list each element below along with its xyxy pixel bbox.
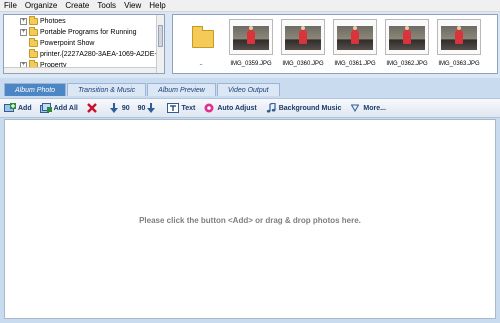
tree-vertical-scrollbar[interactable]: [156, 15, 164, 73]
folder-icon: [192, 26, 214, 48]
folder-icon: [29, 49, 38, 58]
photo-thumbnail[interactable]: IMG_0360.JPG: [279, 19, 327, 73]
thumbnail-label: IMG_0360.JPG: [282, 61, 324, 67]
thumbnail-frame: [437, 19, 481, 55]
tree-item[interactable]: Powerpoint Show: [29, 38, 94, 49]
menu-file[interactable]: File: [4, 0, 17, 12]
folder-icon: [29, 16, 38, 25]
music-note-icon: [265, 103, 277, 113]
menu-view[interactable]: View: [124, 0, 141, 12]
menu-tools[interactable]: Tools: [97, 0, 116, 12]
thumbnail-label: IMG_0363.JPG: [438, 61, 480, 67]
expand-icon[interactable]: +: [20, 29, 27, 36]
text-button-label: Text: [181, 104, 196, 112]
thumbnail-frame: [385, 19, 429, 55]
toolbar: Add Add All 90 90 Text Auto Adjust Backg…: [0, 98, 500, 118]
album-drop-area[interactable]: Please click the button <Add> or drag & …: [4, 119, 496, 319]
delete-button[interactable]: [86, 103, 100, 113]
photo-thumbnail[interactable]: IMG_0362.JPG: [383, 19, 431, 73]
expand-icon[interactable]: +: [20, 18, 27, 25]
rotate-left-button[interactable]: 90: [108, 103, 130, 113]
folder-icon: [29, 38, 38, 47]
tab-album-preview[interactable]: Album Preview: [147, 83, 216, 96]
more-button-label: More...: [363, 104, 386, 112]
text-button[interactable]: Text: [167, 103, 195, 113]
drop-hint: Please click the button <Add> or drag & …: [139, 216, 361, 225]
tree-item-label: Portable Programs for Running: [40, 29, 137, 36]
add-button-label: Add: [18, 104, 32, 112]
more-button[interactable]: More...: [349, 103, 386, 113]
tree-item-label: Powerpoint Show: [40, 40, 95, 47]
photo-image: [285, 26, 321, 50]
thumbnail-label: IMG_0361.JPG: [334, 61, 376, 67]
tree-horizontal-scrollbar[interactable]: [4, 67, 156, 73]
tab-album-photo[interactable]: Album Photo: [4, 83, 67, 96]
thumbnail-frame: [333, 19, 377, 55]
tree-item-label: Photoes: [40, 18, 66, 25]
rotate-right-label: 90: [137, 104, 146, 112]
photo-browser: .. IMG_0359.JPG IMG_0360.JPG IMG_0361.JP…: [172, 14, 498, 74]
triangle-down-icon: [349, 103, 361, 113]
parent-folder-item[interactable]: ..: [177, 19, 225, 73]
photo-image: [389, 26, 425, 50]
tree-item[interactable]: printer.{2227A280-3AEA-1069-A2DE-08: [29, 49, 165, 60]
rotate-right-icon: [145, 103, 157, 113]
scroll-thumb[interactable]: [158, 25, 163, 47]
menu-organize[interactable]: Organize: [25, 0, 57, 12]
folder-tree[interactable]: + Photoes + Portable Programs for Runnin…: [3, 14, 165, 74]
rotate-left-icon: [108, 103, 120, 113]
menu-bar: File Organize Create Tools View Help: [0, 0, 500, 12]
auto-adjust-label: Auto Adjust: [217, 104, 257, 112]
thumbnail-frame: [179, 19, 223, 55]
add-button[interactable]: Add: [4, 103, 32, 113]
tab-transition-music[interactable]: Transition & Music: [67, 83, 147, 96]
text-icon: [167, 103, 180, 113]
auto-adjust-icon: [203, 103, 215, 113]
background-music-button[interactable]: Background Music: [265, 103, 342, 113]
tab-bar: Album Photo Transition & Music Album Pre…: [0, 82, 500, 96]
photo-thumbnail[interactable]: IMG_0361.JPG: [331, 19, 379, 73]
auto-adjust-button[interactable]: Auto Adjust: [203, 103, 257, 113]
tree-item[interactable]: + Portable Programs for Running: [20, 27, 137, 38]
delete-icon: [86, 103, 98, 113]
thumbnail-frame: [229, 19, 273, 55]
menu-help[interactable]: Help: [149, 0, 165, 12]
add-all-button-label: Add All: [53, 104, 78, 112]
menu-create[interactable]: Create: [65, 0, 89, 12]
tree-item-label: printer.{2227A280-3AEA-1069-A2DE-08: [40, 51, 165, 58]
thumbnail-frame: [281, 19, 325, 55]
add-all-button[interactable]: Add All: [39, 103, 78, 113]
thumbnail-label: ..: [199, 61, 203, 67]
rotate-left-label: 90: [121, 104, 130, 112]
tab-video-output[interactable]: Video Output: [216, 83, 280, 96]
photo-thumbnail[interactable]: IMG_0359.JPG: [227, 19, 275, 73]
photo-image: [337, 26, 373, 50]
browser-area: + Photoes + Portable Programs for Runnin…: [0, 12, 500, 78]
thumbnail-label: IMG_0359.JPG: [230, 61, 272, 67]
photo-image: [441, 26, 477, 50]
rotate-right-button[interactable]: 90: [138, 103, 160, 113]
photo-thumbnail[interactable]: IMG_0363.JPG: [435, 19, 483, 73]
thumbnail-label: IMG_0362.JPG: [386, 61, 428, 67]
tree-item[interactable]: + Photoes: [20, 16, 66, 27]
photo-image: [233, 26, 269, 50]
folder-icon: [29, 27, 38, 36]
add-all-icon: [39, 103, 52, 113]
add-photo-icon: [4, 103, 16, 113]
background-music-label: Background Music: [278, 104, 342, 112]
